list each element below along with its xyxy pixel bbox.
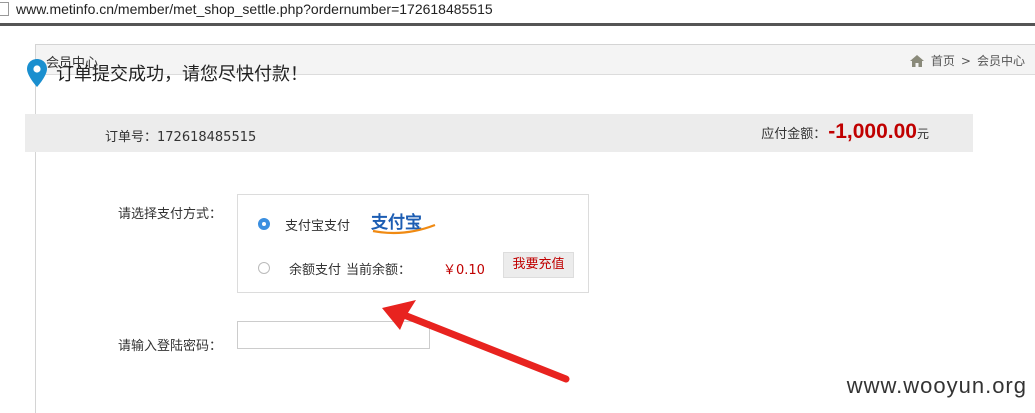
payment-method-label: 请选择支付方式： (118, 207, 223, 222)
alipay-logo-text: 支付宝 (371, 212, 422, 233)
breadcrumb-separator: > (960, 53, 971, 68)
alipay-option-label[interactable]: 支付宝支付 (285, 215, 350, 234)
password-input[interactable] (237, 321, 430, 349)
success-message: 订单提交成功，请您尽快付款！ (26, 58, 308, 88)
amount-due-value: -1,000.00 (828, 120, 917, 143)
recharge-button[interactable]: 我要充值 (503, 252, 574, 278)
order-summary-bar: 订单号：172618485515 应付金额： -1,000.00 元 (25, 114, 973, 152)
amount-due-label: 应付金额： (761, 127, 827, 142)
balance-radio[interactable] (258, 262, 270, 274)
current-balance-label: 当前余额： (346, 263, 412, 278)
amount-due-unit: 元 (916, 127, 929, 141)
amount-due: 应付金额： -1,000.00 元 (761, 120, 929, 144)
watermark: www.wooyun.org (846, 373, 1027, 398)
current-balance-value: ￥0.10 (443, 263, 485, 278)
order-number-value: 172618485515 (157, 130, 257, 145)
url-text[interactable]: www.metinfo.cn/member/met_shop_settle.ph… (16, 0, 493, 18)
breadcrumb-home-link[interactable]: 首页 (931, 52, 955, 69)
home-icon (909, 54, 924, 67)
password-label: 请输入登陆密码： (118, 339, 223, 354)
breadcrumb-current-link[interactable]: 会员中心 (977, 52, 1025, 69)
breadcrumb: 首页 > 会员中心 (909, 52, 1025, 69)
order-number: 订单号：172618485515 (105, 126, 256, 145)
order-number-label: 订单号： (105, 130, 158, 145)
balance-option-label[interactable]: 余额支付 (289, 259, 341, 278)
alipay-radio[interactable] (258, 218, 270, 230)
success-text: 订单提交成功，请您尽快付款！ (56, 64, 308, 85)
page-icon (0, 2, 9, 16)
location-pin-icon (27, 59, 47, 87)
payment-options-box: 支付宝支付 支付宝 余额支付 当前余额： ￥0.10 我要充值 (237, 194, 589, 293)
alipay-logo: 支付宝 (371, 212, 436, 235)
browser-address-bar[interactable]: www.metinfo.cn/member/met_shop_settle.ph… (0, 0, 1035, 26)
